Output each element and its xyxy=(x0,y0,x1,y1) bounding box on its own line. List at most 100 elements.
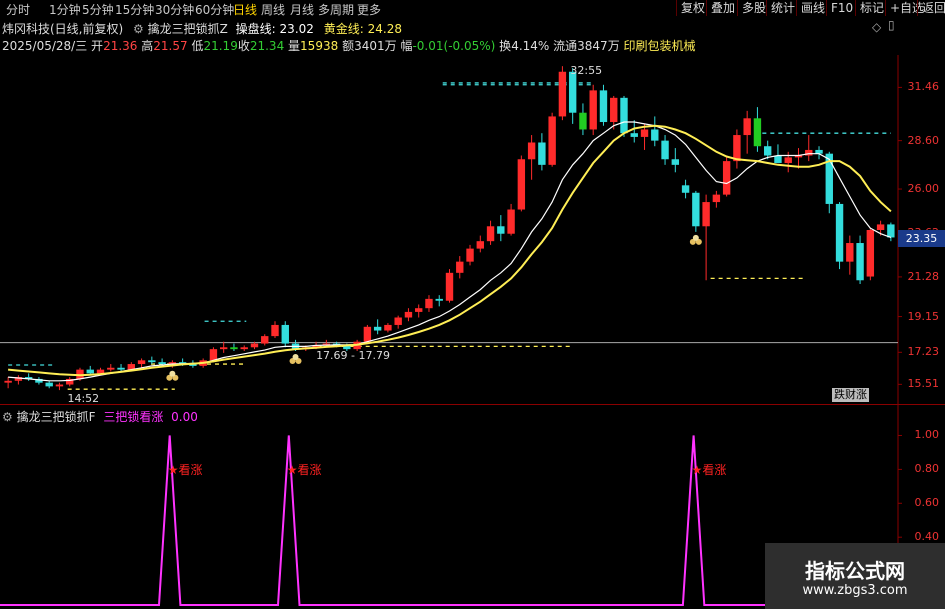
tab-10[interactable]: 更多 xyxy=(357,1,381,18)
amount-value: 3401万 xyxy=(354,39,397,53)
candle-body-13 xyxy=(137,360,146,365)
candle-4 xyxy=(45,380,53,389)
candle-body-75 xyxy=(774,155,782,163)
close-label: 收 xyxy=(237,39,250,53)
candle-body-53 xyxy=(548,116,556,165)
candle-body-70 xyxy=(722,161,731,195)
watermark: 指标公式网 www.zbgs3.com xyxy=(765,543,945,609)
tab-1[interactable]: 1分钟 xyxy=(49,1,81,18)
tab-6[interactable]: 日线 xyxy=(233,1,257,18)
signal-marker-2 xyxy=(689,234,702,245)
candle-64 xyxy=(661,135,669,165)
open-label: 开 xyxy=(91,39,104,53)
candle-48 xyxy=(497,215,505,242)
toolbar-button-8[interactable]: 返回 xyxy=(917,0,945,16)
toolbar-button-6[interactable]: 标记 xyxy=(855,0,888,16)
caopan-label: 操盘线: xyxy=(235,22,276,36)
stock-title: 炜冈科技(日线,前复权) xyxy=(2,22,124,36)
candle-70 xyxy=(722,155,731,197)
candle-27 xyxy=(281,321,289,348)
candle-67 xyxy=(692,190,700,232)
candle-body-24 xyxy=(250,343,259,348)
candle-82 xyxy=(846,235,854,275)
candle-body-40 xyxy=(415,308,423,312)
tab-7[interactable]: 周线 xyxy=(261,1,285,18)
tab-3[interactable]: 15分钟 xyxy=(115,1,154,18)
tab-5[interactable]: 60分钟 xyxy=(195,1,234,18)
candle-body-41 xyxy=(425,298,433,309)
tab-0[interactable]: 分时 xyxy=(6,1,30,18)
current-price-tag: 23.35 xyxy=(898,230,945,248)
candle-body-58 xyxy=(599,90,608,123)
candle-body-83 xyxy=(856,243,864,281)
sector-name: 印刷包装机械 xyxy=(623,39,696,53)
gold-value: 24.28 xyxy=(367,22,402,36)
price-tick-1: 28.60 xyxy=(907,133,940,147)
candle-body-67 xyxy=(692,192,700,227)
marker-dot-c-1 xyxy=(292,354,299,361)
candle-65 xyxy=(671,148,680,173)
toolbar-button-4[interactable]: 画线 xyxy=(796,0,829,16)
candle-body-5 xyxy=(55,384,64,387)
candle-86 xyxy=(887,222,895,242)
settings-icon[interactable]: ⚙ xyxy=(133,22,144,36)
candle-body-50 xyxy=(517,159,526,210)
candle-body-59 xyxy=(610,97,618,123)
price-tick-6: 17.23 xyxy=(907,345,940,359)
vol-label: 量 xyxy=(288,39,301,53)
tab-2[interactable]: 5分钟 xyxy=(82,1,114,18)
candlestick-chart[interactable] xyxy=(0,55,945,405)
tab-8[interactable]: 月线 xyxy=(290,1,314,18)
diamond-icon[interactable]: ◇ xyxy=(872,20,881,34)
quote-row: 2025/05/28/三 开21.36 高21.57 低21.19收21.34 … xyxy=(2,37,696,54)
candle-50 xyxy=(517,155,526,212)
candle-51 xyxy=(527,135,536,180)
candle-53 xyxy=(548,112,556,167)
candle-38 xyxy=(394,315,402,329)
candle-5 xyxy=(55,382,64,391)
candle-body-68 xyxy=(702,202,710,227)
candle-57 xyxy=(589,84,597,136)
candle-body-39 xyxy=(404,311,413,318)
candle-body-45 xyxy=(466,248,474,262)
candle-25 xyxy=(261,334,269,346)
tab-4[interactable]: 30分钟 xyxy=(155,1,194,18)
candle-81 xyxy=(835,202,844,270)
collapse-icon[interactable]: ▯ xyxy=(888,18,895,32)
indicator-name[interactable]: 擒龙三把锁抓Z xyxy=(148,22,228,36)
price-tick-5: 19.15 xyxy=(907,309,940,323)
candle-body-60 xyxy=(620,97,628,134)
candle-52 xyxy=(538,133,546,171)
candle-63 xyxy=(651,116,659,147)
vol-value: 15938 xyxy=(300,39,339,53)
candle-body-85 xyxy=(876,224,885,230)
signal-line xyxy=(0,435,898,606)
toolbar-button-0[interactable]: 复权 xyxy=(676,0,709,16)
toolbar-button-5[interactable]: F10 xyxy=(826,0,857,16)
candle-body-86 xyxy=(887,224,895,238)
range-label: 17.69 - 17.79 xyxy=(316,349,391,363)
toolbar-button-3[interactable]: 统计 xyxy=(766,0,799,16)
candle-3 xyxy=(35,377,43,385)
tab-9[interactable]: 多周期 xyxy=(318,1,354,18)
candle-body-27 xyxy=(281,324,289,344)
price-tick-4: 21.28 xyxy=(907,269,940,283)
candle-body-55 xyxy=(568,71,577,113)
candle-body-84 xyxy=(866,230,875,277)
candle-body-22 xyxy=(230,347,238,350)
toolbar-button-1[interactable]: 叠加 xyxy=(706,0,739,16)
watermark-title: 指标公式网 xyxy=(805,559,905,583)
price-tick-7: 15.51 xyxy=(907,377,940,391)
candle-body-81 xyxy=(835,203,844,262)
candle-54 xyxy=(558,66,567,121)
signal-label-2: ★看涨 xyxy=(691,463,727,478)
candle-40 xyxy=(415,304,423,318)
open-value: 21.36 xyxy=(103,39,138,53)
candle-body-25 xyxy=(261,336,269,344)
low-label: 低 xyxy=(191,39,204,53)
candle-body-46 xyxy=(476,241,484,249)
candle-68 xyxy=(702,194,710,281)
candle-69 xyxy=(712,190,721,208)
change-value: -0.01(-0.05%) xyxy=(412,39,496,53)
candle-body-26 xyxy=(271,324,279,337)
